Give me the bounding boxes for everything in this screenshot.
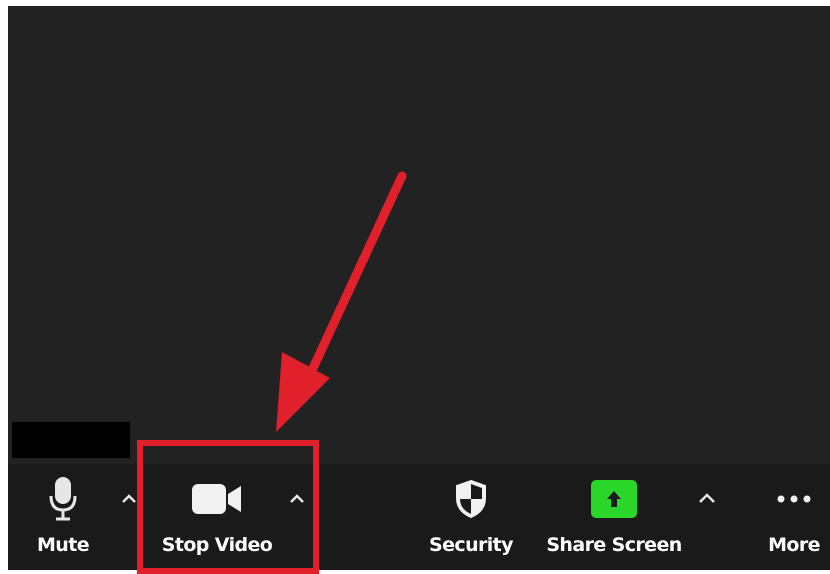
security-label: Security — [429, 534, 514, 556]
microphone-icon — [35, 476, 91, 522]
zoom-meeting-window: Mute Stop Video Security Share Screen Mo… — [0, 0, 830, 574]
share-screen-icon — [586, 476, 642, 522]
video-options-caret[interactable] — [286, 492, 308, 508]
audio-options-caret[interactable] — [118, 492, 140, 508]
shield-icon — [443, 476, 499, 522]
video-area — [8, 6, 830, 464]
video-camera-icon — [189, 476, 245, 522]
share-screen-label: Share Screen — [546, 534, 682, 556]
share-options-caret[interactable] — [696, 492, 718, 508]
share-screen-button[interactable]: Share Screen — [546, 464, 682, 564]
more-button[interactable]: More — [762, 464, 826, 564]
stop-video-button[interactable]: Stop Video — [158, 464, 276, 564]
security-button[interactable]: Security — [426, 464, 516, 564]
participant-name-tag — [12, 422, 130, 458]
chevron-up-icon — [698, 491, 716, 509]
stop-video-label: Stop Video — [161, 534, 273, 556]
meeting-toolbar: Mute Stop Video Security Share Screen Mo… — [8, 464, 830, 570]
more-label: More — [768, 534, 820, 556]
more-dots-icon — [766, 476, 822, 522]
mute-button[interactable]: Mute — [28, 464, 98, 564]
mute-label: Mute — [36, 534, 90, 556]
chevron-up-icon — [289, 491, 305, 509]
chevron-up-icon — [121, 491, 137, 509]
